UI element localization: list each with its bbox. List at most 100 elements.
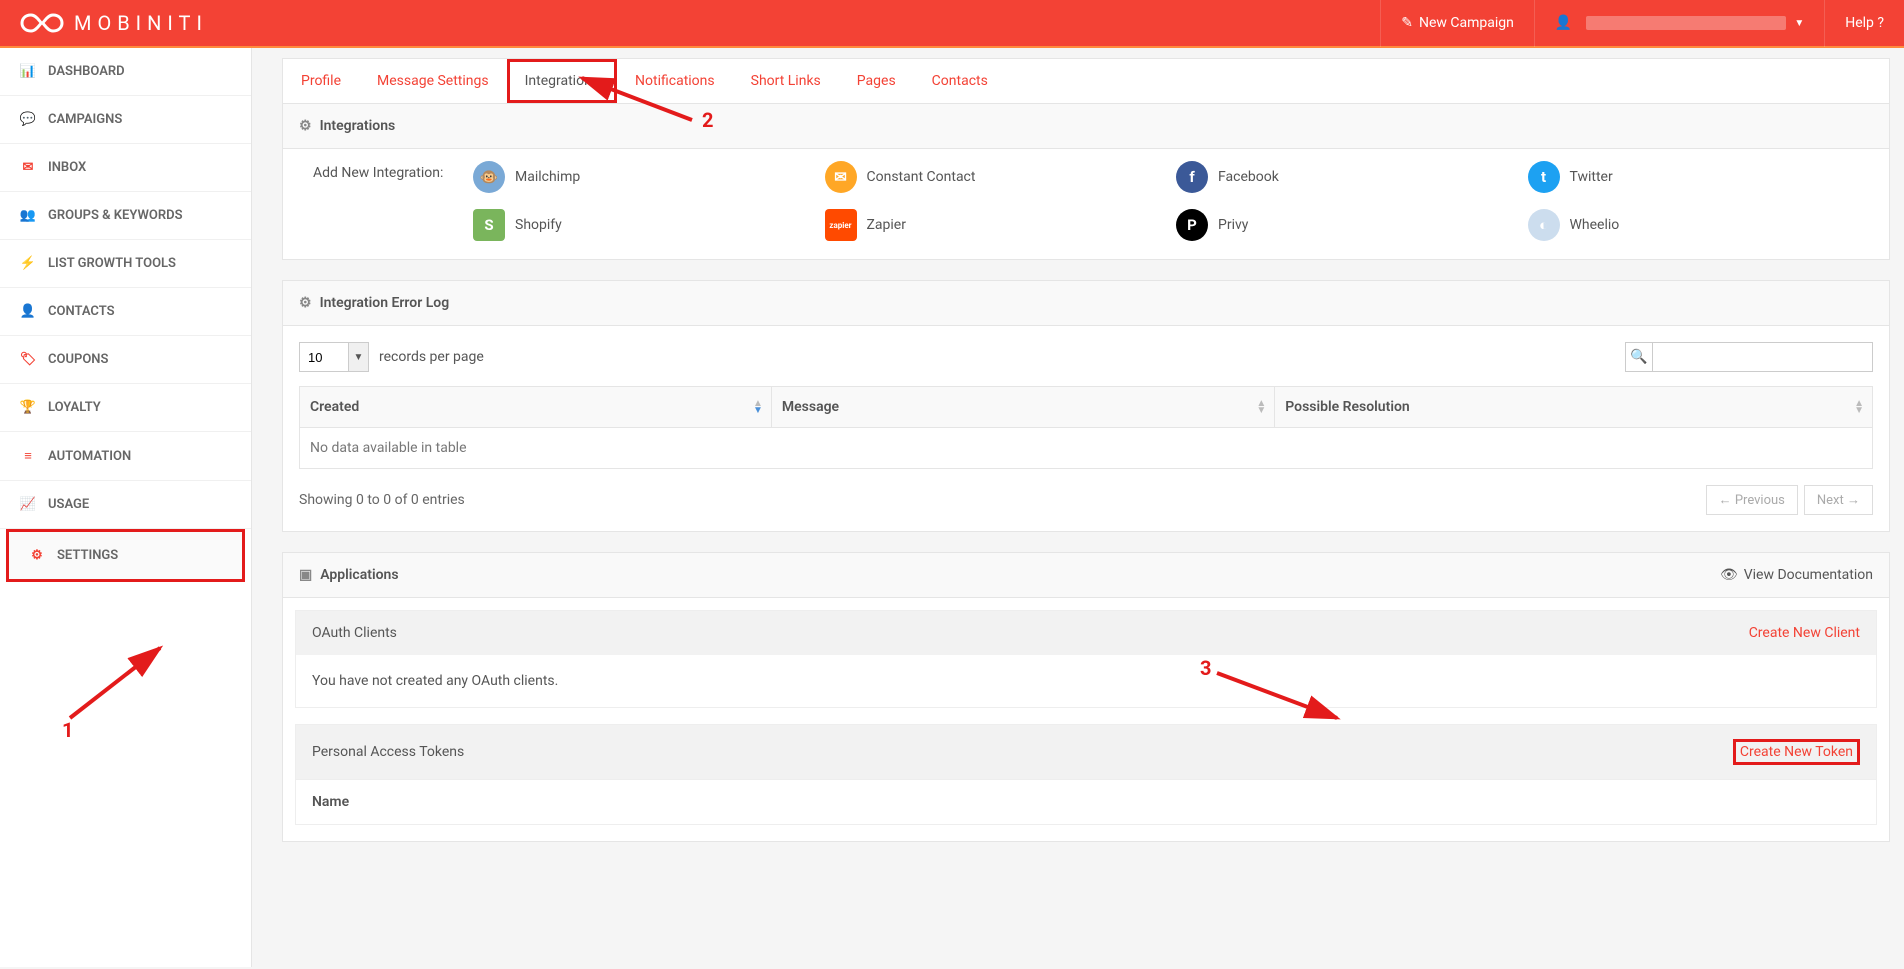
records-input[interactable] <box>299 342 349 372</box>
dashboard-icon: 📊 <box>18 64 38 79</box>
tab-message-settings[interactable]: Message Settings <box>359 59 507 103</box>
logo[interactable]: MOBINITI <box>0 11 228 35</box>
chart-icon: 📈 <box>18 497 38 512</box>
view-documentation-link[interactable]: 👁 View Documentation <box>1720 567 1873 583</box>
sidebar-item-campaigns[interactable]: 💬CAMPAIGNS <box>0 96 251 144</box>
sidebar-item-contacts[interactable]: 👤 CONTACTS <box>0 288 251 336</box>
sidebar-item-label: CAMPAIGNS <box>48 112 122 127</box>
integration-mailchimp[interactable]: 🐵 Mailchimp <box>473 157 805 197</box>
shopify-icon: S <box>473 209 505 241</box>
main-content: ProfileMessage SettingsIntegrationsNotif… <box>252 48 1904 967</box>
records-per-page-label: records per page <box>379 349 484 365</box>
brand-text: MOBINITI <box>74 11 208 35</box>
tab-notifications[interactable]: Notifications <box>617 59 733 103</box>
search-input[interactable] <box>1653 342 1873 372</box>
tab-contacts[interactable]: Contacts <box>914 59 1006 103</box>
gear-icon: ⚙ <box>299 295 312 311</box>
table-info: Showing 0 to 0 of 0 entries <box>299 492 465 508</box>
tab-short-links[interactable]: Short Links <box>733 59 839 103</box>
integration-wheelio[interactable]: ◐Wheelio <box>1528 205 1860 245</box>
error-log-title: Integration Error Log <box>320 295 450 311</box>
sidebar: 📊DASHBOARD💬CAMPAIGNS ✉ INBOX 👥 GROUPS & KEYW… <box>0 48 252 967</box>
sidebar-item-label: SETTINGS <box>57 548 118 563</box>
sidebar-item-label: GROUPS & KEYWORDS <box>48 208 183 223</box>
sidebar-item-settings[interactable]: ⚙ SETTINGS <box>6 529 245 582</box>
integration-label: Twitter <box>1570 169 1613 185</box>
integrations-title: Integrations <box>320 118 396 134</box>
pat-title: Personal Access Tokens <box>312 744 464 760</box>
sidebar-item-label: INBOX <box>48 160 86 175</box>
oauth-sub-panel: OAuth Clients Create New Client You have… <box>295 610 1877 708</box>
trophy-icon: 🏆 <box>18 400 38 415</box>
pat-name-header: Name <box>296 779 1876 824</box>
annotation-label-1: 1 <box>62 718 73 742</box>
integration-facebook[interactable]: fFacebook <box>1176 157 1508 197</box>
create-new-client-link[interactable]: Create New Client <box>1749 625 1860 641</box>
integration-privy[interactable]: PPrivy <box>1176 205 1508 245</box>
create-new-token-link[interactable]: Create New Token <box>1733 739 1860 765</box>
sort-icon: ▲▼ <box>753 400 763 414</box>
sidebar-item-list-growth-tools[interactable]: ⚡LIST GROWTH TOOLS <box>0 240 251 288</box>
integration-label: Constant Contact <box>867 169 976 185</box>
error-log-header: ⚙ Integration Error Log <box>283 281 1889 326</box>
bolt-icon: ⚡ <box>18 256 38 271</box>
new-campaign-button[interactable]: ✎ New Campaign <box>1380 0 1534 47</box>
mail-icon: ✉ <box>18 160 38 175</box>
user-icon: 👤 <box>18 304 38 319</box>
annotation-arrow-1 <box>60 638 180 728</box>
pager: ← Previous Next → <box>1706 485 1873 515</box>
gear-icon: ⚙ <box>27 548 47 563</box>
applications-panel: ▣ Applications 👁 View Documentation OAut… <box>282 552 1890 842</box>
error-log-panel: ⚙ Integration Error Log ▼ records per pa… <box>282 280 1890 532</box>
facebook-icon: f <box>1176 161 1208 193</box>
integration-constant-contact[interactable]: ✉Constant Contact <box>825 157 1157 197</box>
privy-icon: P <box>1176 209 1208 241</box>
chevron-down-icon[interactable]: ▼ <box>349 342 369 372</box>
table-empty-row: No data available in table <box>300 428 1873 469</box>
mailchimp-icon: 🐵 <box>473 161 505 193</box>
help-button[interactable]: Help ? <box>1824 0 1904 47</box>
sidebar-item-label: COUPONS <box>48 352 108 367</box>
integration-label: Shopify <box>515 217 562 233</box>
new-campaign-label: New Campaign <box>1419 15 1514 31</box>
user-icon: 👤 <box>1555 15 1572 31</box>
settings-tabs: ProfileMessage SettingsIntegrationsNotif… <box>282 58 1890 103</box>
sidebar-item-coupons[interactable]: 🏷 COUPONS <box>0 336 251 384</box>
col-resolution[interactable]: Possible Resolution▲▼ <box>1275 387 1873 428</box>
user-menu[interactable]: 👤 ▼ <box>1534 0 1824 47</box>
integration-zapier[interactable]: zapierZapier <box>825 205 1157 245</box>
oauth-header: OAuth Clients Create New Client <box>296 611 1876 655</box>
col-message[interactable]: Message▲▼ <box>771 387 1274 428</box>
wheelio-icon: ◐ <box>1528 209 1560 241</box>
sidebar-item-label: CONTACTS <box>48 304 115 319</box>
tag-icon: 🏷 <box>18 352 38 367</box>
integration-twitter[interactable]: tTwitter <box>1528 157 1860 197</box>
table-footer: Showing 0 to 0 of 0 entries ← Previous N… <box>299 485 1873 515</box>
sidebar-item-dashboard[interactable]: 📊DASHBOARD <box>0 48 251 96</box>
sidebar-item-inbox[interactable]: ✉ INBOX <box>0 144 251 192</box>
error-log-body: ▼ records per page 🔍 Created▲▼ Message▲▼… <box>283 326 1889 531</box>
next-button[interactable]: Next → <box>1804 485 1873 515</box>
tab-pages[interactable]: Pages <box>839 59 914 103</box>
col-created[interactable]: Created▲▼ <box>300 387 772 428</box>
records-select[interactable]: ▼ <box>299 342 369 372</box>
infinity-icon <box>20 12 64 34</box>
sidebar-item-groups-keywords[interactable]: 👥 GROUPS & KEYWORDS <box>0 192 251 240</box>
error-log-table: Created▲▼ Message▲▼ Possible Resolution▲… <box>299 386 1873 469</box>
users-icon: 👥 <box>18 208 38 223</box>
tab-integrations[interactable]: Integrations <box>507 59 617 103</box>
integration-shopify[interactable]: S Shopify <box>473 205 805 245</box>
pat-header: Personal Access Tokens Create New Token <box>296 725 1876 779</box>
oauth-body: You have not created any OAuth clients. <box>296 655 1876 707</box>
sidebar-item-label: AUTOMATION <box>48 449 131 464</box>
topbar: MOBINITI ✎ New Campaign 👤 ▼ Help ? <box>0 0 1904 48</box>
tab-profile[interactable]: Profile <box>283 59 359 103</box>
oauth-title: OAuth Clients <box>312 625 397 641</box>
sidebar-item-usage[interactable]: 📈USAGE <box>0 481 251 529</box>
applications-header: ▣ Applications 👁 View Documentation <box>283 553 1889 598</box>
integration-label: Zapier <box>867 217 906 233</box>
integration-label: Mailchimp <box>515 169 580 185</box>
sidebar-item-automation[interactable]: ≡AUTOMATION <box>0 432 251 481</box>
sidebar-item-loyalty[interactable]: 🏆LOYALTY <box>0 384 251 432</box>
prev-button[interactable]: ← Previous <box>1706 485 1798 515</box>
